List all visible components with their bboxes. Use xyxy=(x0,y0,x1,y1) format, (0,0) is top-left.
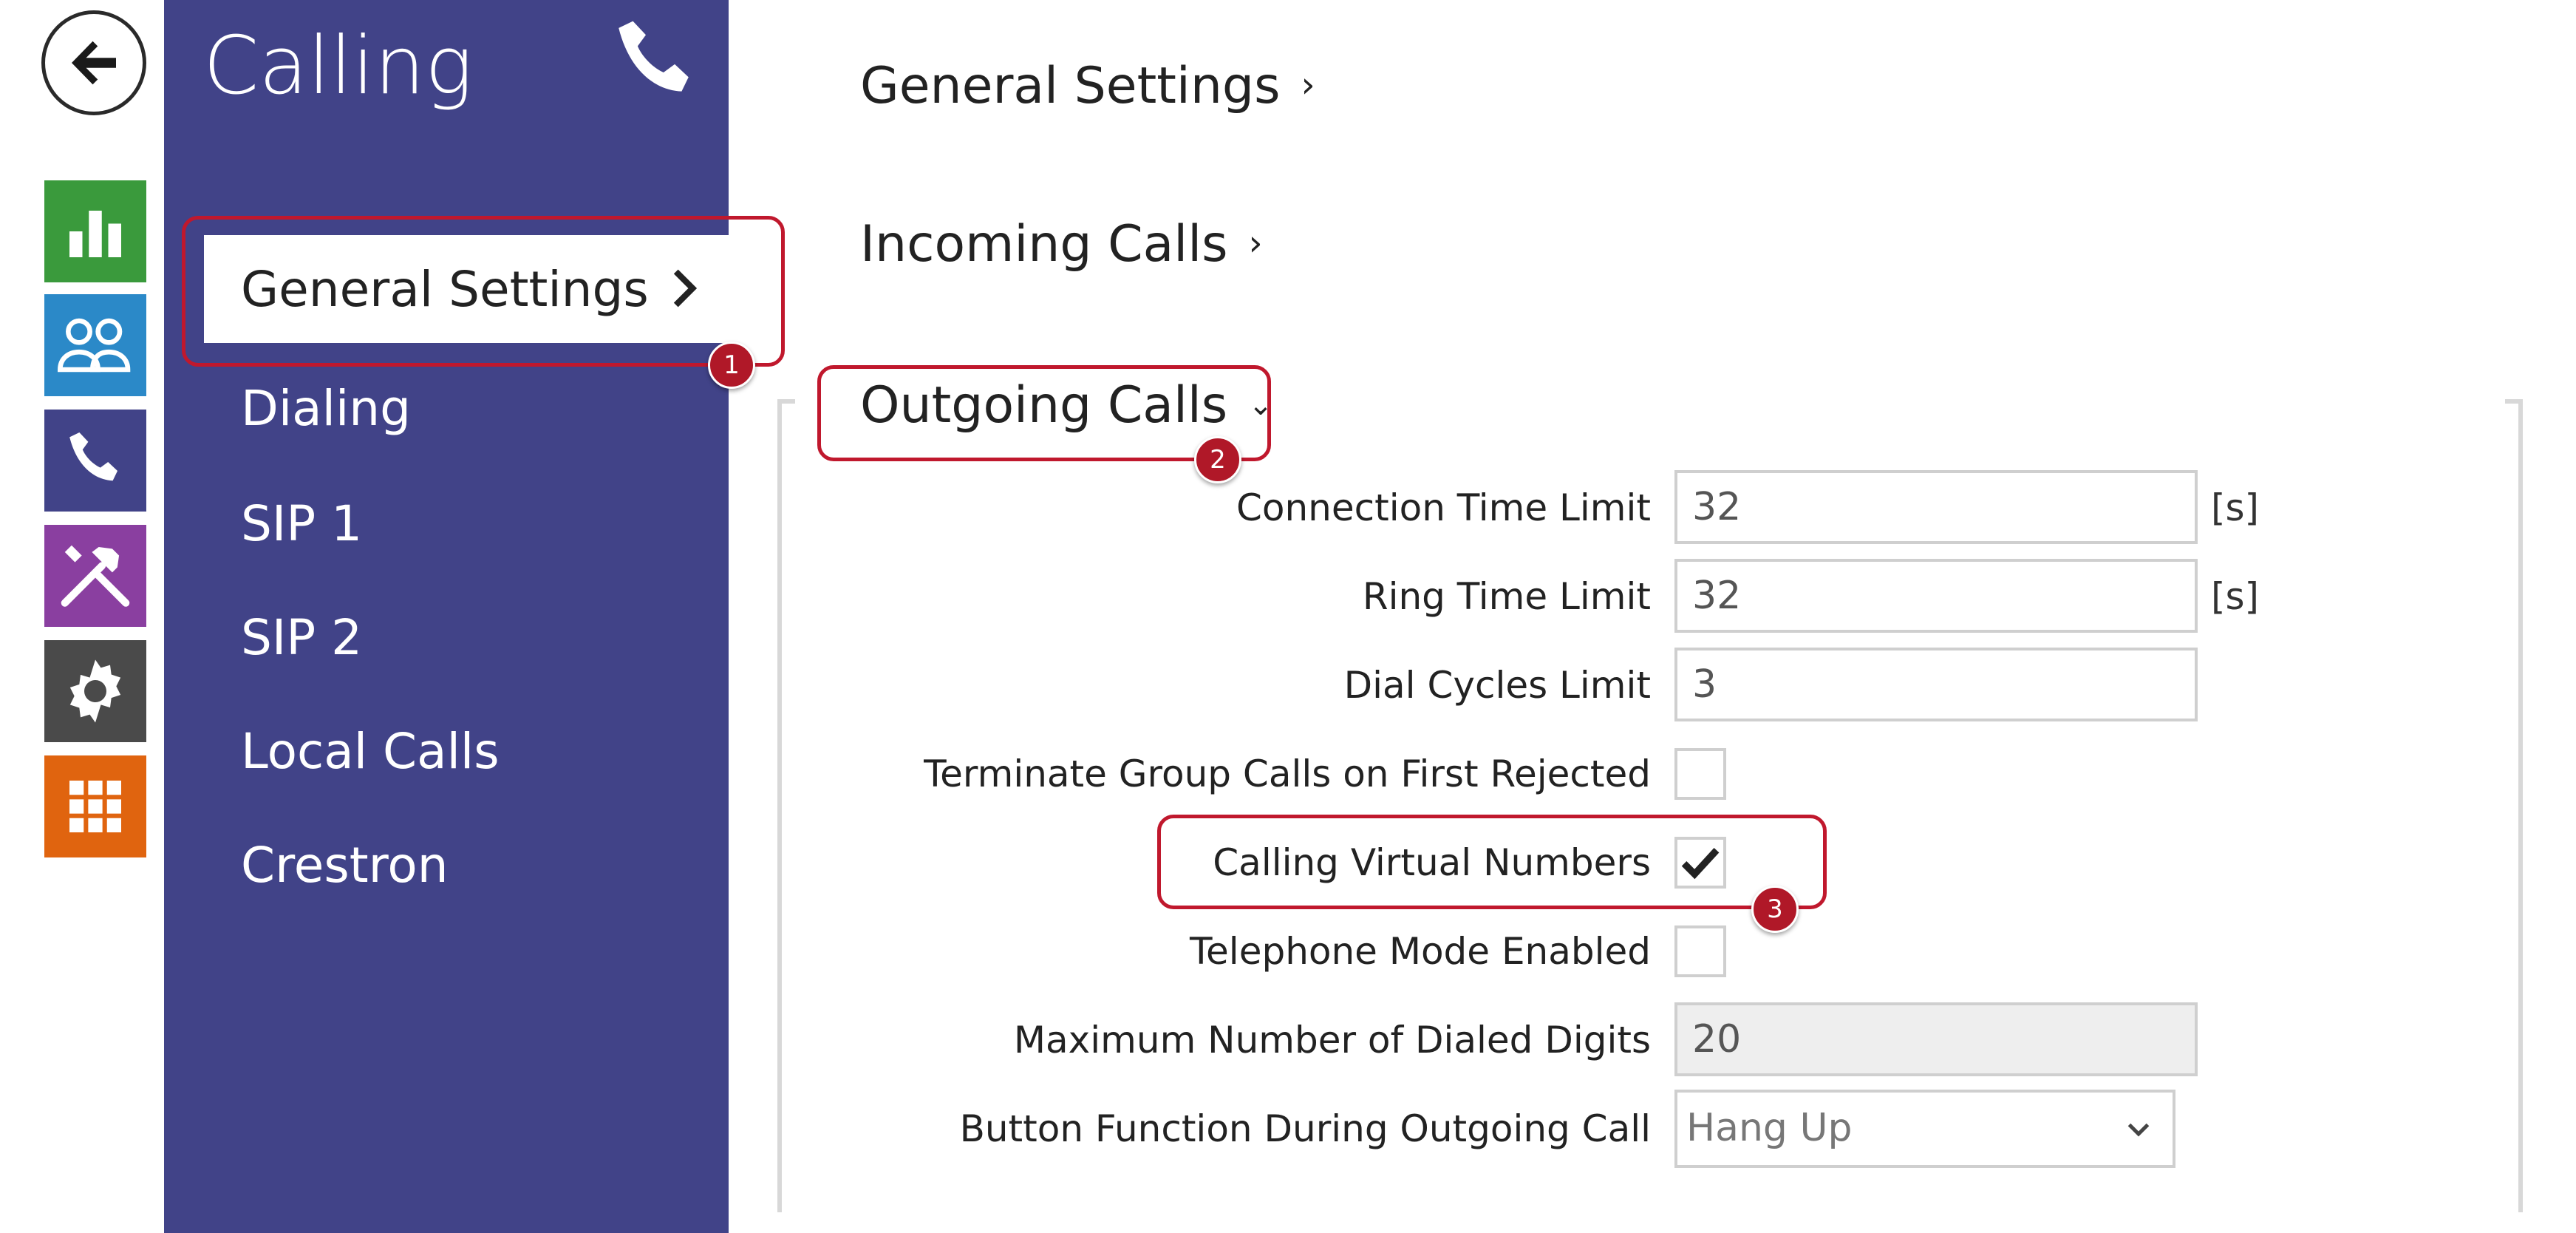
sidebar-item-local-calls[interactable]: Local Calls xyxy=(241,719,500,785)
bar-chart-icon xyxy=(69,211,121,257)
group-border xyxy=(777,399,795,404)
section-general-settings[interactable]: General Settings › xyxy=(860,53,1315,124)
rail-services[interactable] xyxy=(44,640,146,742)
button-function-label: Button Function During Outgoing Call xyxy=(959,1107,1651,1150)
group-border xyxy=(2518,399,2523,1212)
phone-icon xyxy=(604,10,708,117)
tools-icon xyxy=(61,545,130,607)
step-badge-2: 2 xyxy=(1194,436,1241,483)
section-label: General Settings xyxy=(860,57,1281,115)
telephone-mode-label: Telephone Mode Enabled xyxy=(1190,930,1651,973)
ring-time-limit-input[interactable]: 32 xyxy=(1674,559,2198,633)
section-label: Incoming Calls xyxy=(860,215,1228,274)
step-badge-3: 3 xyxy=(1751,886,1799,933)
callout-calling-virtual-numbers xyxy=(1157,815,1827,909)
phone-icon xyxy=(69,432,117,481)
select-value: Hang Up xyxy=(1686,1106,1853,1150)
rail-calling[interactable] xyxy=(44,410,146,512)
callout-general-settings xyxy=(182,216,785,367)
max-dialed-digits-label: Maximum Number of Dialed Digits xyxy=(1013,1019,1651,1062)
ring-time-limit-label: Ring Time Limit xyxy=(1362,575,1651,618)
section-incoming-calls[interactable]: Incoming Calls › xyxy=(860,211,1263,282)
step-badge-1: 1 xyxy=(708,342,755,389)
rail-directory[interactable] xyxy=(44,294,146,396)
gear-icon xyxy=(69,659,121,723)
max-dialed-digits-input[interactable]: 20 xyxy=(1674,1002,2198,1076)
unit-label: [s] xyxy=(2211,486,2260,529)
button-function-select[interactable]: Hang Up xyxy=(1674,1090,2175,1168)
rail-system[interactable] xyxy=(44,755,146,857)
connection-time-limit-input[interactable]: 32 xyxy=(1674,470,2198,544)
telephone-mode-checkbox[interactable] xyxy=(1674,925,1726,977)
chevron-right-icon: › xyxy=(1301,64,1315,106)
arrow-left-icon xyxy=(72,41,116,85)
group-border xyxy=(777,399,782,1212)
connection-time-limit-label: Connection Time Limit xyxy=(1236,486,1651,529)
grid-icon xyxy=(69,781,121,832)
sidebar-item-sip-1[interactable]: SIP 1 xyxy=(241,491,362,557)
dial-cycles-limit-input[interactable]: 3 xyxy=(1674,648,2198,721)
group-border xyxy=(2505,399,2523,404)
terminate-group-calls-label: Terminate Group Calls on First Rejected xyxy=(924,753,1651,795)
sidebar-item-sip-2[interactable]: SIP 2 xyxy=(241,605,362,671)
chevron-down-icon xyxy=(2124,1097,2153,1186)
rail-status[interactable] xyxy=(44,180,146,282)
back-button[interactable] xyxy=(41,10,146,115)
sidebar-title: Calling xyxy=(203,20,473,112)
users-icon xyxy=(58,318,131,373)
rail-hardware[interactable] xyxy=(44,525,146,627)
sidebar-item-crestron[interactable]: Crestron xyxy=(241,832,449,899)
dial-cycles-limit-label: Dial Cycles Limit xyxy=(1343,664,1651,707)
unit-label: [s] xyxy=(2211,575,2260,618)
chevron-right-icon: › xyxy=(1248,223,1263,264)
sidebar-item-dialing[interactable]: Dialing xyxy=(241,376,411,442)
terminate-group-calls-checkbox[interactable] xyxy=(1674,748,1726,800)
